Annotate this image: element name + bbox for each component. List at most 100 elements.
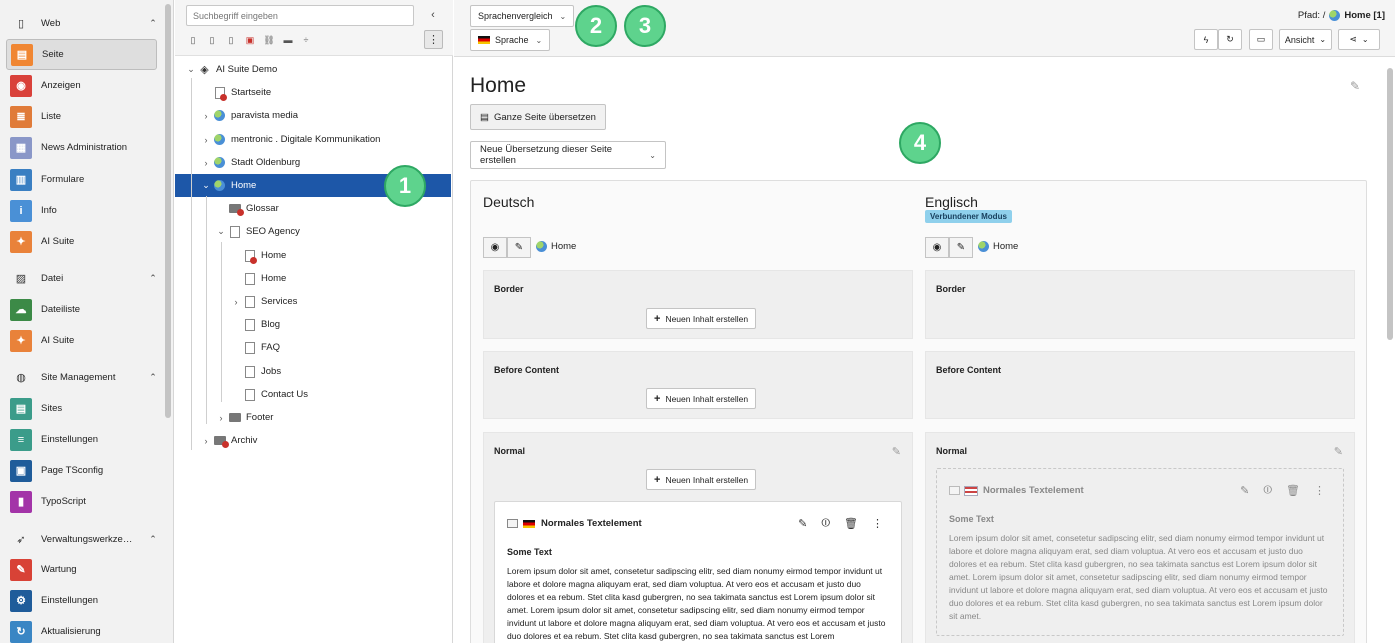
module-item-12[interactable]: ▮ TypoScript [6,486,157,517]
edit-pencil-icon[interactable]: ✎ [1350,79,1360,93]
module-group-2[interactable]: ◍ Site Management ⌃ [0,362,166,393]
module-item-14[interactable]: ⚙ Einstellungen [6,585,157,616]
column-title-de: Deutsch [483,194,535,210]
eye-icon[interactable]: ◉ [925,237,949,258]
new-content-button[interactable]: + Neuen Inhalt erstellen [646,308,757,329]
toggle-visibility-icon[interactable]: ⏼ [1263,484,1272,497]
tree-node[interactable]: Jobs [229,360,281,383]
trash-icon[interactable]: 🗑 [1286,484,1300,497]
column-edit-icon[interactable]: ✎ [892,445,901,458]
tree-node[interactable]: Home [229,244,286,267]
column-edit-icon[interactable]: ✎ [1334,445,1343,458]
module-item-4[interactable]: ▥ Formulare [6,164,157,195]
new-content-button[interactable]: + Neuen Inhalt erstellen [646,388,757,409]
folder-icon[interactable]: ▬ [281,33,295,47]
module-item-7[interactable]: ☁ Dateiliste [6,294,157,325]
module-menu-scrollbar[interactable] [165,4,171,418]
new-folder-icon[interactable]: ▣ [243,33,257,47]
module-item-0[interactable]: ▤ Seite [6,39,157,70]
module-item-15[interactable]: ↻ Aktualisierung [6,616,157,643]
tree-node[interactable]: › Archiv [199,429,257,452]
more-options-icon[interactable]: ⋮ [872,517,883,530]
tree-node-label: paravista media [231,110,299,121]
chevron-right-icon[interactable]: › [199,436,213,446]
module-item-8[interactable]: ✦ AI Suite [6,325,157,356]
chevron-down-icon[interactable]: ⌄ [184,64,198,75]
tree-node[interactable]: › Services [229,290,297,313]
new-page-after-icon[interactable]: ▯ [224,33,238,47]
tree-node[interactable]: Startseite [199,81,271,104]
chevron-down-icon[interactable]: ⌄ [214,226,228,237]
divider-icon[interactable]: ÷ [299,33,313,47]
view-dropdown[interactable]: Ansicht ⌄ [1279,29,1332,50]
chevron-right-icon[interactable]: › [229,297,243,307]
edit-pencil-icon[interactable]: ✎ [798,517,807,530]
link-icon[interactable]: ⛓ [262,33,276,47]
module-item-2[interactable]: ≣ Liste [6,101,157,132]
chevron-right-icon[interactable]: › [199,135,213,145]
tree-node[interactable]: FAQ [229,336,280,359]
tree-node[interactable]: Home [229,267,286,290]
more-options-icon[interactable]: ⋮ [1314,484,1325,497]
tree-node[interactable]: ⌄ ◈ AI Suite Demo [184,58,277,81]
edit-pencil-icon[interactable]: ✎ [949,237,973,258]
tree-node-label: FAQ [261,342,281,353]
module-item-label: Anzeigen [41,80,81,91]
module-item-13[interactable]: ✎ Wartung [6,554,157,585]
chevron-right-icon[interactable]: › [199,158,213,168]
chevron-down-icon[interactable]: ⌄ [199,180,213,191]
new-content-button[interactable]: + Neuen Inhalt erstellen [646,469,757,490]
content-element-de[interactable]: Normales Textelement ✎ ⏼ 🗑 ⋮ Some Text L… [494,501,902,643]
chevron-right-icon[interactable]: › [199,111,213,121]
translate-page-button[interactable]: ▤ Ganze Seite übersetzen [470,104,606,130]
module-group-1[interactable]: ▨ Datei ⌃ [0,263,166,294]
tree-node[interactable]: › Stadt Oldenburg [199,151,300,174]
tree-node-label: Stadt Oldenburg [231,157,301,168]
content-element-en[interactable]: Normales Textelement ✎ ⏼ 🗑 ⋮ Some Text L… [936,468,1344,636]
tree-node[interactable]: › paravista media [199,104,298,127]
new-page-icon[interactable]: ▯ [186,33,200,47]
tree-node-label: Archiv [231,435,258,446]
tree-node[interactable]: › mentronic . Digitale Kommunikation [199,128,380,151]
share-dropdown[interactable]: ⋖ ⌄ [1338,29,1380,50]
collapse-tree-icon[interactable]: ‹ [424,6,442,24]
module-item-3[interactable]: ▦ News Administration [6,132,157,163]
main-scrollbar[interactable] [1387,68,1393,340]
tree-node[interactable]: › Footer [214,406,274,429]
module-item-5[interactable]: i Info [6,195,157,226]
tree-search-input[interactable] [186,5,414,26]
module-item-9[interactable]: ▤ Sites [6,393,157,424]
edit-pencil-icon[interactable]: ✎ [1240,484,1249,497]
reload-icon[interactable]: ↻ [1218,29,1242,50]
chevron-up-icon[interactable]: ⌃ [140,534,166,545]
chevron-right-icon[interactable]: › [214,413,228,423]
module-item-6[interactable]: ✦ AI Suite [6,226,157,257]
tree-more-options-button[interactable]: ⋮ [424,30,443,49]
note-icon[interactable]: ▭ [1249,29,1273,50]
new-page-inside-icon[interactable]: ▯ [205,33,219,47]
module-item-10[interactable]: ≡ Einstellungen [6,424,157,455]
tree-node[interactable]: Blog [229,313,280,336]
chevron-up-icon[interactable]: ⌃ [140,273,166,284]
module-item-11[interactable]: ▣ Page TSconfig [6,455,157,486]
flash-icon[interactable]: ϟ [1194,29,1218,50]
chevron-up-icon[interactable]: ⌃ [140,18,166,29]
module-group-0[interactable]: ▯ Web ⌃ [0,8,166,39]
tree-node[interactable]: Contact Us [229,383,308,406]
module-item-1[interactable]: ◉ Anzeigen [6,70,157,101]
rocket-icon: ➶ [16,534,26,546]
language-select[interactable]: Sprache ⌄ [470,29,551,51]
chevron-up-icon[interactable]: ⌃ [140,372,166,383]
view-label: Ansicht [1284,34,1315,45]
tree-node[interactable]: Glossar [214,197,279,220]
toggle-visibility-icon[interactable]: ⏼ [821,517,830,530]
edit-pencil-icon[interactable]: ✎ [507,237,531,258]
view-mode-select[interactable]: Sprachenvergleich ⌄ [470,5,575,27]
trash-icon[interactable]: 🗑 [844,517,858,530]
new-translation-select[interactable]: Neue Übersetzung dieser Seite erstellen ⌄ [470,141,666,169]
module-group-3[interactable]: ➶ Verwaltungswerkze… ⌃ [0,524,166,555]
path-page-link[interactable]: Home [1] [1344,10,1385,21]
tree-node[interactable]: ⌄ SEO Agency [214,220,300,243]
page-icon [243,388,256,401]
eye-icon[interactable]: ◉ [483,237,507,258]
